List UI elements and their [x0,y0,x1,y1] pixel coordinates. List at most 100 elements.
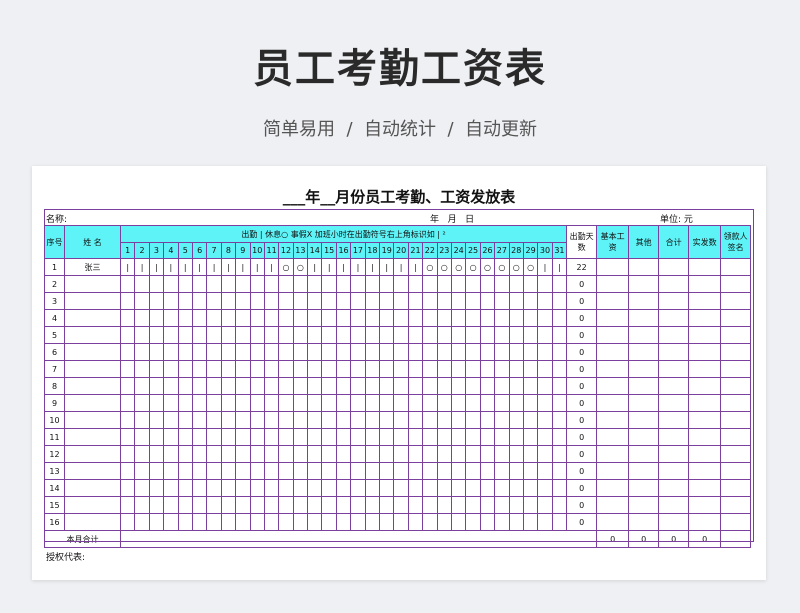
attendance-mark[interactable] [551,394,568,412]
attendance-mark[interactable] [263,496,280,514]
attendance-mark[interactable] [422,377,438,395]
attendance-mark[interactable] [148,496,165,514]
attendance-mark[interactable] [522,394,539,412]
attendance-mark[interactable] [422,496,438,514]
attendance-mark[interactable] [321,513,337,531]
base-salary-cell[interactable] [596,326,630,344]
attendance-mark[interactable] [307,462,323,480]
signature-cell[interactable] [720,292,752,310]
attendance-mark[interactable] [379,343,395,361]
attendance-mark[interactable] [350,292,366,310]
attendance-mark[interactable] [206,309,222,327]
attendance-mark[interactable] [191,445,208,463]
attendance-mark[interactable] [494,326,510,344]
attendance-mark[interactable] [292,360,309,378]
attendance-mark[interactable] [148,360,165,378]
attendance-mark[interactable] [307,513,323,531]
attendance-mark[interactable] [407,394,424,412]
attendance-mark[interactable] [321,275,337,293]
signature-cell[interactable] [720,428,752,446]
attendance-mark[interactable] [494,462,510,480]
attendance-mark[interactable] [479,326,496,344]
attendance-mark[interactable] [163,377,179,395]
attendance-mark[interactable] [393,513,409,531]
attendance-mark[interactable] [177,479,193,497]
signature-cell[interactable] [720,394,752,412]
attendance-mark[interactable] [407,411,424,429]
attendance-mark[interactable] [350,394,366,412]
attendance-mark[interactable] [508,309,524,327]
attendance-mark[interactable] [148,377,165,395]
signature-cell[interactable] [720,309,752,327]
attendance-mark[interactable] [292,445,309,463]
attendance-mark[interactable] [522,462,539,480]
attendance-mark[interactable] [335,377,352,395]
attendance-mark[interactable] [494,513,510,531]
attendance-mark[interactable] [537,326,553,344]
attendance-mark[interactable] [450,343,467,361]
attendance-mark[interactable] [436,445,452,463]
attendance-mark[interactable] [537,513,553,531]
attendance-mark[interactable] [479,479,496,497]
attendance-mark[interactable] [292,513,309,531]
attendance-mark[interactable] [465,445,481,463]
attendance-mark[interactable] [522,275,539,293]
attendance-mark[interactable]: ○ [465,258,481,276]
attendance-mark[interactable] [436,326,452,344]
attendance-mark[interactable] [134,343,150,361]
attendance-mark[interactable] [393,292,409,310]
attendance-mark[interactable] [278,326,294,344]
attendance-mark[interactable] [220,428,237,446]
attendance-mark[interactable] [191,496,208,514]
attendance-mark[interactable] [206,496,222,514]
attendance-mark[interactable] [235,479,251,497]
base-salary-cell[interactable] [596,343,630,361]
employee-name[interactable] [64,292,121,310]
other-cell[interactable] [628,462,660,480]
base-salary-cell[interactable] [596,377,630,395]
employee-name[interactable] [64,394,121,412]
attendance-mark[interactable] [119,462,136,480]
attendance-mark[interactable] [479,292,496,310]
attendance-mark[interactable] [494,309,510,327]
attendance-mark[interactable] [249,496,265,514]
attendance-mark[interactable] [177,326,193,344]
attendance-mark[interactable] [393,326,409,344]
attendance-mark[interactable]: | [191,258,208,276]
employee-name[interactable] [64,462,121,480]
other-cell[interactable] [628,309,660,327]
attendance-mark[interactable] [119,377,136,395]
attendance-mark[interactable]: ○ [450,258,467,276]
base-salary-cell[interactable] [596,462,630,480]
attendance-mark[interactable] [537,360,553,378]
attendance-mark[interactable] [292,309,309,327]
attendance-mark[interactable] [407,462,424,480]
attendance-mark[interactable] [249,275,265,293]
attendance-mark[interactable] [379,360,395,378]
attendance-mark[interactable] [436,275,452,293]
attendance-mark[interactable] [537,275,553,293]
attendance-mark[interactable]: | [364,258,381,276]
attendance-mark[interactable] [422,411,438,429]
attendance-mark[interactable] [465,513,481,531]
attendance-mark[interactable] [393,479,409,497]
attendance-mark[interactable]: ○ [422,258,438,276]
attendance-mark[interactable] [263,292,280,310]
attendance-mark[interactable] [235,513,251,531]
attendance-mark[interactable] [465,309,481,327]
attendance-mark[interactable] [249,309,265,327]
attendance-mark[interactable] [134,275,150,293]
signature-cell[interactable] [720,411,752,429]
attendance-mark[interactable] [278,292,294,310]
attendance-mark[interactable] [551,479,568,497]
attendance-mark[interactable] [278,360,294,378]
attendance-mark[interactable] [422,394,438,412]
attendance-mark[interactable] [321,343,337,361]
attendance-mark[interactable] [134,513,150,531]
attendance-mark[interactable] [379,309,395,327]
other-cell[interactable] [628,275,660,293]
attendance-mark[interactable] [364,428,381,446]
attendance-mark[interactable] [335,445,352,463]
attendance-mark[interactable] [307,360,323,378]
attendance-mark[interactable] [119,275,136,293]
